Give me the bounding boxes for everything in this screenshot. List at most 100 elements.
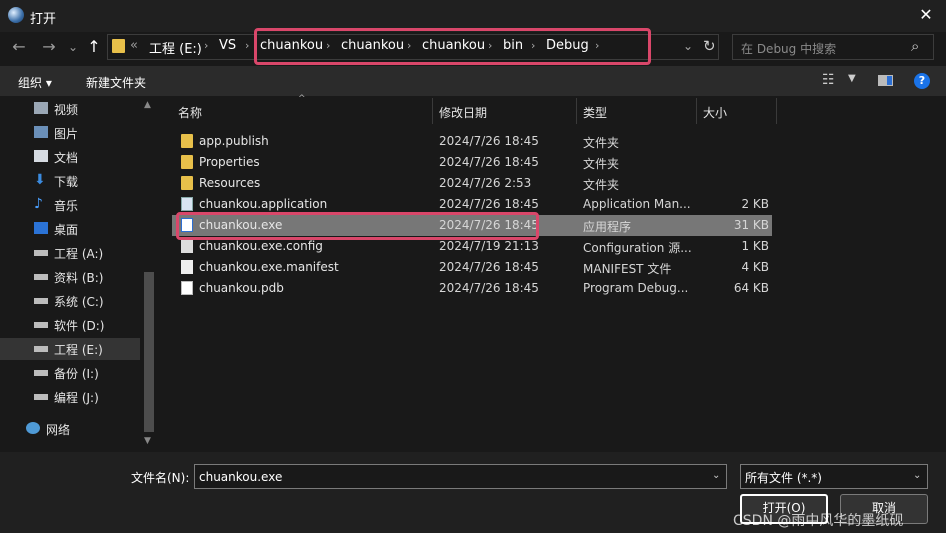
- breadcrumb-separator[interactable]: ›: [204, 39, 208, 52]
- column-header-name[interactable]: 名称: [178, 104, 202, 121]
- sidebar-item[interactable]: 工程 (E:): [0, 338, 140, 360]
- sidebar-item[interactable]: 桌面: [0, 218, 140, 240]
- network-icon: [26, 422, 40, 434]
- video-icon: [34, 102, 48, 114]
- breadcrumb-item[interactable]: 工程 (E:): [149, 38, 202, 57]
- file-name: chuankou.exe.config: [199, 239, 323, 253]
- preview-pane-icon[interactable]: [878, 75, 893, 86]
- sidebar-item-label: 系统 (C:): [54, 295, 104, 309]
- file-size: 1 KB: [741, 239, 769, 253]
- pictures-icon: [34, 126, 48, 138]
- column-header-type[interactable]: 类型: [583, 104, 607, 121]
- forward-button[interactable]: →: [38, 33, 60, 61]
- organize-button[interactable]: 组织 ▾: [18, 74, 52, 91]
- file-date: 2024/7/26 18:45: [439, 134, 539, 148]
- filename-input[interactable]: [194, 464, 727, 489]
- file-name: Resources: [199, 176, 261, 190]
- sidebar-item[interactable]: 工程 (A:): [0, 242, 140, 264]
- sidebar-item-label: 工程 (A:): [54, 247, 104, 261]
- table-row[interactable]: chuankou.exe.manifest 2024/7/26 18:45 MANI…: [172, 257, 772, 278]
- search-icon[interactable]: ⌕: [911, 37, 919, 55]
- refresh-icon[interactable]: ↻: [703, 37, 716, 55]
- drive-icon: [34, 298, 48, 304]
- file-name: chuankou.pdb: [199, 281, 284, 295]
- recent-locations-button[interactable]: ⌄: [62, 33, 84, 61]
- file-date: 2024/7/26 18:45: [439, 260, 539, 274]
- file-size: 4 KB: [741, 260, 769, 274]
- watermark: CSDN @雨中风华的墨纸砚: [733, 513, 904, 529]
- scrollbar-thumb[interactable]: [144, 272, 154, 432]
- column-header-size[interactable]: 大小: [703, 104, 727, 121]
- sidebar-item-label: 软件 (D:): [54, 319, 105, 333]
- breadcrumb-overflow[interactable]: «: [130, 38, 138, 53]
- sidebar-item[interactable]: 备份 (I:): [0, 362, 140, 384]
- chevron-down-icon[interactable]: ⌄: [712, 470, 720, 481]
- sidebar-item[interactable]: ⬇ 下载: [0, 170, 140, 192]
- desktop-icon: [34, 222, 48, 234]
- sort-up-icon: ^: [298, 94, 306, 104]
- up-button[interactable]: ↑: [83, 33, 105, 61]
- scroll-up-icon[interactable]: ▲: [144, 100, 151, 110]
- back-button[interactable]: ←: [8, 33, 30, 61]
- sidebar-item-label: 音乐: [54, 199, 79, 213]
- sidebar-item-label: 网络: [46, 423, 71, 437]
- sidebar-item[interactable]: 软件 (D:): [0, 314, 140, 336]
- table-row[interactable]: Resources 2024/7/26 2:53 文件夹: [172, 173, 772, 194]
- sidebar-item[interactable]: ♪ 音乐: [0, 194, 140, 216]
- download-icon: ⬇: [34, 172, 46, 188]
- sidebar-item[interactable]: 视频: [0, 98, 140, 120]
- sidebar-item-label: 桌面: [54, 223, 79, 237]
- close-button[interactable]: ✕: [906, 0, 946, 32]
- drive-icon: [34, 346, 48, 352]
- sidebar-item[interactable]: 资料 (B:): [0, 266, 140, 288]
- window-title: 打开: [30, 12, 57, 27]
- file-size: 64 KB: [733, 281, 769, 295]
- column-divider[interactable]: [776, 98, 777, 124]
- table-row[interactable]: app.publish 2024/7/26 18:45 文件夹: [172, 131, 772, 152]
- file-name: chuankou.exe.manifest: [199, 260, 339, 274]
- file-date: 2024/7/26 18:45: [439, 281, 539, 295]
- breadcrumb-separator[interactable]: ›: [245, 39, 249, 52]
- file-date: 2024/7/19 21:13: [439, 239, 539, 253]
- filename-label: 文件名(N):: [131, 471, 190, 485]
- sidebar-item[interactable]: 系统 (C:): [0, 290, 140, 312]
- file-type: Application Man...: [583, 197, 691, 211]
- view-options-icon[interactable]: ☷: [822, 72, 835, 88]
- sidebar-item-label: 图片: [54, 127, 79, 141]
- drive-icon: [34, 394, 48, 400]
- file-type: MANIFEST 文件: [583, 262, 672, 276]
- folder-icon: [181, 155, 193, 169]
- file-date: 2024/7/26 2:53: [439, 176, 532, 190]
- table-row[interactable]: Properties 2024/7/26 18:45 文件夹: [172, 152, 772, 173]
- chevron-down-icon[interactable]: ▼: [848, 73, 856, 84]
- search-placeholder: 在 Debug 中搜索: [741, 42, 837, 56]
- annotation-highlight: [254, 28, 651, 65]
- file-type: 文件夹: [583, 157, 620, 171]
- sidebar-item[interactable]: 编程 (J:): [0, 386, 140, 408]
- folder-icon: [181, 176, 193, 190]
- file-type: 应用程序: [583, 220, 632, 234]
- column-divider[interactable]: [432, 98, 433, 124]
- chevron-down-icon[interactable]: ⌄: [913, 470, 921, 481]
- scroll-down-icon[interactable]: ▼: [144, 436, 151, 446]
- drive-icon: [34, 274, 48, 280]
- file-size: 2 KB: [741, 197, 769, 211]
- help-icon[interactable]: ?: [914, 73, 930, 89]
- table-row[interactable]: chuankou.pdb 2024/7/26 18:45 Program Debug…: [172, 278, 772, 299]
- column-divider[interactable]: [576, 98, 577, 124]
- folder-icon: [112, 39, 125, 53]
- sidebar-item[interactable]: 网络: [0, 418, 140, 440]
- breadcrumb-item[interactable]: VS: [219, 38, 236, 53]
- drive-icon: [34, 250, 48, 256]
- column-header-date[interactable]: 修改日期: [439, 104, 487, 121]
- new-folder-button[interactable]: 新建文件夹: [86, 74, 146, 91]
- documents-icon: [34, 150, 48, 162]
- chevron-down-icon[interactable]: ⌄: [683, 39, 693, 53]
- column-divider[interactable]: [696, 98, 697, 124]
- file-type: Configuration 源...: [583, 241, 691, 255]
- sidebar-item-label: 视频: [54, 103, 79, 117]
- application-icon: [181, 197, 193, 211]
- folder-icon: [181, 134, 193, 148]
- sidebar-item[interactable]: 文档: [0, 146, 140, 168]
- sidebar-item[interactable]: 图片: [0, 122, 140, 144]
